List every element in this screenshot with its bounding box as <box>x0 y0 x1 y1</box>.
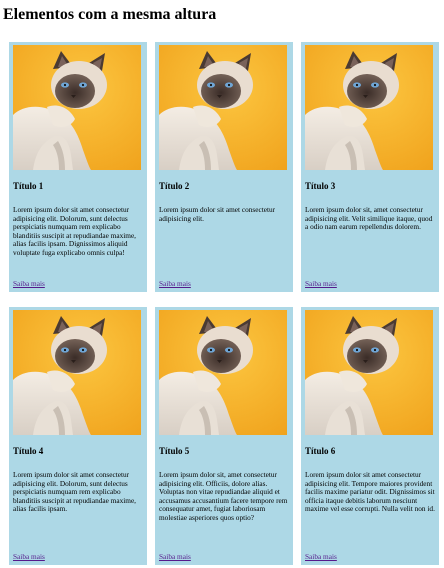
card-title: Título 5 <box>159 446 190 456</box>
card-grid: Título 1 Lorem ipsum dolor sit amet cons… <box>9 42 439 565</box>
card: Título 2 Lorem ipsum dolor sit amet cons… <box>155 42 293 292</box>
card-title: Título 1 <box>13 181 44 191</box>
card: Título 5 Lorem ipsum dolor sit, amet con… <box>155 307 293 565</box>
cat-photo <box>159 310 287 435</box>
saiba-mais-link[interactable]: Saiba mais <box>305 552 435 561</box>
card-title: Título 6 <box>305 446 336 456</box>
cat-photo <box>305 310 433 435</box>
saiba-mais-link[interactable]: Saiba mais <box>13 279 143 288</box>
card: Título 6 Lorem ipsum dolor sit amet cons… <box>301 307 439 565</box>
card: Título 4 Lorem ipsum dolor sit amet cons… <box>9 307 147 565</box>
card-text: Lorem ipsum dolor sit amet consectetur a… <box>13 205 137 257</box>
card: Título 1 Lorem ipsum dolor sit amet cons… <box>9 42 147 292</box>
cat-photo <box>159 45 287 170</box>
saiba-mais-link[interactable]: Saiba mais <box>159 279 289 288</box>
card-text: Lorem ipsum dolor sit, amet consectetur … <box>159 470 288 522</box>
cat-photo <box>13 45 141 170</box>
page-title: Elementos com a mesma altura <box>3 6 217 23</box>
cat-photo <box>305 45 433 170</box>
card-title: Título 4 <box>13 446 44 456</box>
saiba-mais-link[interactable]: Saiba mais <box>159 552 289 561</box>
card-title: Título 2 <box>159 181 190 191</box>
card-text: Lorem ipsum dolor sit, amet consectetur … <box>305 205 433 232</box>
saiba-mais-link[interactable]: Saiba mais <box>305 279 435 288</box>
cat-photo <box>13 310 141 435</box>
saiba-mais-link[interactable]: Saiba mais <box>13 552 143 561</box>
card-text: Lorem ipsum dolor sit amet consectetur a… <box>305 470 435 514</box>
card-text: Lorem ipsum dolor sit amet consectetur a… <box>13 470 137 514</box>
card-title: Título 3 <box>305 181 336 191</box>
card-text: Lorem ipsum dolor sit amet consectetur a… <box>159 205 276 223</box>
card: Título 3 Lorem ipsum dolor sit, amet con… <box>301 42 439 292</box>
